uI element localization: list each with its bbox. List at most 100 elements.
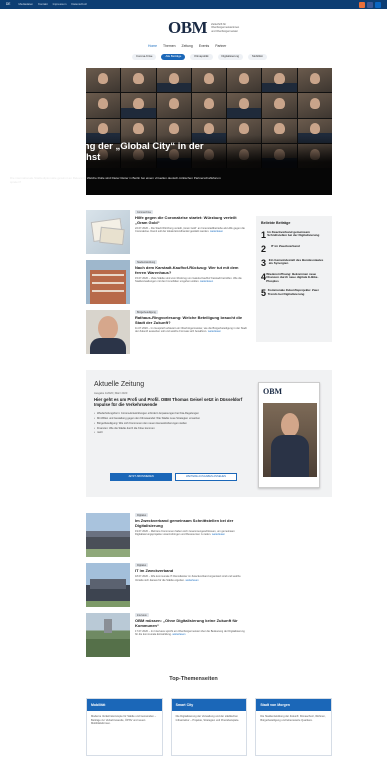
article-teaser[interactable]: Interview OBM müssen: „Ohne Digitalisier… bbox=[86, 613, 248, 659]
article-title[interactable]: Hilfe gegen die Coronakrise startet: Wür… bbox=[135, 215, 248, 226]
facebook-icon[interactable] bbox=[367, 1, 373, 8]
issue-topic: Wiederholungsform: Corona-Entwicklungen … bbox=[94, 412, 252, 416]
popular-heading: Beliebte Beiträge bbox=[261, 221, 291, 225]
issue-topics: Wiederholungsform: Corona-Entwicklungen … bbox=[94, 412, 252, 436]
top-themes-cards: Mobilität Moderne Verkehrskonzepte für S… bbox=[86, 698, 333, 756]
social-links bbox=[359, 1, 381, 8]
popular-title[interactable]: Ein Gemeindestatt des Bundesstaates als … bbox=[269, 258, 327, 268]
popular-title[interactable]: Im Zweckverband gemeinsam Schnittstellen… bbox=[267, 230, 327, 240]
top-link-impressum[interactable]: Impressum bbox=[53, 2, 67, 7]
article-image bbox=[86, 613, 130, 657]
article-excerpt: 19.07.2020 – Mehrere Kommunen haben sich… bbox=[135, 529, 235, 537]
theme-card[interactable]: Smart City Die Digitalisierung der Verwa… bbox=[170, 698, 248, 756]
language-switch[interactable]: DE bbox=[6, 2, 10, 6]
read-more-link[interactable]: weiterlesen bbox=[208, 330, 221, 333]
main-nav: Home Themen Zeitung Events Partner bbox=[148, 44, 226, 48]
subnav-alle[interactable]: Alle Beiträge bbox=[161, 54, 186, 60]
article-teaser[interactable]: Corona-Krise Hilfe gegen die Coronakrise… bbox=[86, 210, 248, 256]
cover-photo bbox=[263, 403, 317, 477]
subnav-klima[interactable]: Klimapolitik bbox=[190, 54, 213, 60]
article-excerpt: 18.07.2020 – Wie kommunale IT-Dienstleis… bbox=[135, 575, 241, 582]
popular-item[interactable]: 2 IT im Zweckverband bbox=[261, 243, 327, 254]
popular-item[interactable]: 1 Im Zweckverband gemeinsam Schnittstell… bbox=[261, 230, 327, 240]
popular-item[interactable]: 3 Ein Gemeindestatt des Bundesstaates al… bbox=[261, 257, 327, 268]
current-issue-heading: Aktuelle Zeitung bbox=[94, 381, 145, 388]
popular-title[interactable]: Kommunale Zukunftsprojekte: Zwei Trends … bbox=[268, 288, 327, 298]
article-title[interactable]: Im Zweckverband gemeinsam Schnittstellen… bbox=[135, 518, 248, 529]
popular-item[interactable]: 5 Kommunale Zukunftsprojekte: Zwei Trend… bbox=[261, 287, 327, 298]
issue-cover[interactable]: OBM bbox=[258, 382, 320, 488]
top-link-datenschutz[interactable]: Datenschutz bbox=[71, 2, 87, 7]
article-excerpt: 22.07.2020 – Die Stadt Würzburg verteilt… bbox=[135, 226, 245, 234]
article-title[interactable]: Nach dem Karstadt-Kaufhof-Rückzug: Wer t… bbox=[135, 265, 248, 276]
linkedin-icon[interactable] bbox=[375, 1, 381, 8]
issue-topic: Finanzen: Wie die Städte durch die Krise… bbox=[94, 427, 252, 431]
top-link-kontakt[interactable]: Kontakt bbox=[38, 2, 48, 7]
subnav-corona[interactable]: Corona-Krise bbox=[132, 54, 157, 60]
theme-card-text: Die Digitalisierung der Verwaltung und d… bbox=[175, 715, 240, 722]
logo-wordmark: OBM bbox=[168, 17, 208, 37]
top-themes-heading: Top-Themenseiten bbox=[169, 676, 218, 682]
site-logo[interactable]: OBM Zeitschrift für Oberbürgermeisterinn… bbox=[168, 17, 252, 39]
popular-posts: Beliebte Beiträge 1 Im Zweckverband geme… bbox=[256, 216, 332, 342]
read-more-link[interactable]: weiterlesen bbox=[200, 280, 213, 283]
more-issues-button[interactable]: WEITERE AUSGABEN ANSEHEN bbox=[175, 473, 237, 481]
article-image bbox=[86, 563, 130, 607]
current-issue-box: Aktuelle Zeitung Ausgabe 1/2020 | März 2… bbox=[86, 370, 332, 497]
logo-subline: Zeitschrift für Oberbürgermeisterinnen u… bbox=[211, 23, 240, 33]
issue-topic: Mit Willen und Gestaltung gegen den Klim… bbox=[94, 417, 252, 421]
nav-zeitung[interactable]: Zeitung bbox=[182, 44, 193, 48]
article-image bbox=[86, 210, 130, 254]
article-excerpt: 11.07.2020 – Im Gespräch erläutert ein O… bbox=[135, 326, 247, 334]
rss-icon[interactable] bbox=[359, 1, 365, 8]
issue-more-link[interactable]: mehr bbox=[94, 431, 252, 435]
nav-partner[interactable]: Partner bbox=[215, 44, 226, 48]
article-title[interactable]: Rathaus-Ringvorlesung: Welche Beteiligun… bbox=[135, 315, 248, 326]
popular-item[interactable]: 4 Wiedereröffnung: Bekommen neue Chancen… bbox=[261, 272, 327, 284]
theme-card[interactable]: Stadt von Morgen Die Stadtentwicklung de… bbox=[255, 698, 333, 756]
theme-card-text: Die Stadtentwicklung der Zukunft: Klimas… bbox=[260, 715, 326, 722]
article-teaser[interactable]: Bürgerbeteiligung Rathaus-Ringvorlesung:… bbox=[86, 310, 248, 356]
issue-title[interactable]: Hier geht es um Profi und Profil. OBM Th… bbox=[94, 397, 249, 407]
sub-nav: Corona-Krise Alle Beiträge Klimapolitik … bbox=[132, 54, 267, 60]
read-more-link[interactable]: weiterlesen bbox=[172, 633, 185, 636]
top-bar: DE Mediadaten Kontakt Impressum Datensch… bbox=[0, 0, 387, 9]
hero-title[interactable]: Wie die Bedeutung der „Global City“ in d… bbox=[10, 141, 220, 164]
theme-card[interactable]: Mobilität Moderne Verkehrskonzepte für S… bbox=[86, 698, 163, 756]
article-teaser[interactable]: Stadtentwicklung Nach dem Karstadt-Kaufh… bbox=[86, 260, 248, 306]
read-more-link[interactable]: weiterlesen bbox=[210, 230, 223, 233]
theme-card-text: Moderne Verkehrskonzepte für Städte und … bbox=[91, 715, 157, 725]
popular-title[interactable]: IT im Zweckverband bbox=[271, 244, 300, 254]
article-teaser[interactable]: Digitales Im Zweckverband gemeinsam Schn… bbox=[86, 513, 248, 559]
article-tag[interactable]: Corona-Krise bbox=[135, 210, 154, 215]
top-link-mediadaten[interactable]: Mediadaten bbox=[18, 2, 33, 7]
subnav-mobilitaet[interactable]: Mobilität bbox=[248, 54, 267, 60]
article-tag[interactable]: Digitales bbox=[135, 513, 149, 518]
article-teaser[interactable]: Digitales IT im Zweckverband 18.07.2020 … bbox=[86, 563, 248, 609]
article-tag[interactable]: Stadtentwicklung bbox=[135, 260, 158, 265]
article-tag[interactable]: Bürgerbeteiligung bbox=[135, 310, 158, 315]
article-tag[interactable]: Digitales bbox=[135, 563, 149, 568]
cover-logo: OBM bbox=[263, 387, 283, 396]
article-title[interactable]: OBM müssen: „Ohne Digitalisierung keine … bbox=[135, 618, 248, 629]
subnav-digital[interactable]: Digitalisierung bbox=[217, 54, 244, 60]
popular-rank: 3 bbox=[261, 257, 267, 268]
nav-themen[interactable]: Themen bbox=[163, 44, 175, 48]
theme-card-title[interactable]: Smart City bbox=[171, 699, 247, 711]
issue-meta: Ausgabe 1/2020 | März 2020 bbox=[94, 392, 128, 395]
popular-rank: 2 bbox=[261, 243, 267, 254]
issue-topic: Bürgerbeteiligung: Wie sich Kommunen den… bbox=[94, 422, 252, 426]
theme-card-title[interactable]: Stadt von Morgen bbox=[256, 699, 332, 711]
subscribe-button[interactable]: JETZT ABONNIEREN bbox=[110, 473, 172, 481]
popular-rank: 5 bbox=[261, 287, 267, 298]
read-more-link[interactable]: weiterlesen bbox=[212, 533, 225, 536]
popular-title[interactable]: Wiedereröffnung: Bekommen neue Chancen d… bbox=[266, 272, 327, 284]
article-excerpt: 17.07.2020 – Im Interview spricht ein Ob… bbox=[135, 629, 245, 637]
read-more-link[interactable]: weiterlesen bbox=[185, 579, 198, 582]
article-title[interactable]: IT im Zweckverband bbox=[135, 568, 248, 574]
nav-events[interactable]: Events bbox=[199, 44, 209, 48]
article-tag[interactable]: Interview bbox=[135, 613, 149, 618]
theme-card-title[interactable]: Mobilität bbox=[87, 699, 162, 711]
nav-home[interactable]: Home bbox=[148, 44, 157, 48]
hero-subtitle: Die internationale Städtediplomatie gewi… bbox=[10, 176, 221, 184]
